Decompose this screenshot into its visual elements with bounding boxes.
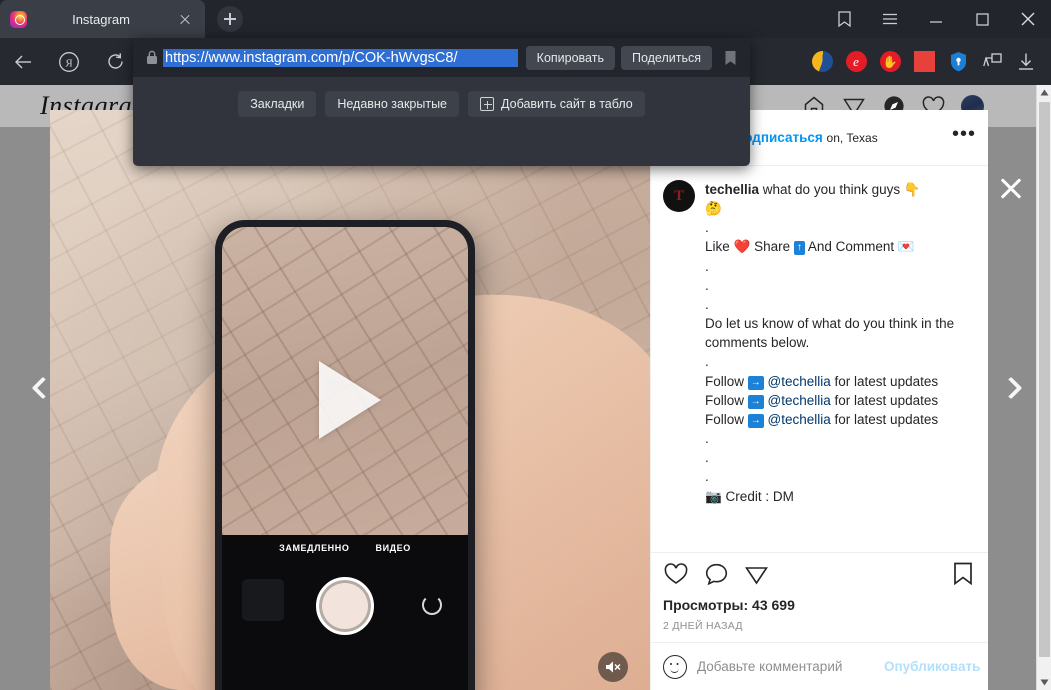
camera-gallery-thumbnail	[242, 579, 284, 621]
more-options-icon[interactable]: •••	[952, 124, 976, 147]
back-arrow-icon[interactable]	[0, 38, 46, 85]
emoji-smiley-icon[interactable]	[663, 654, 687, 679]
camera-mode-slowmo: ЗАМЕДЛЕННО	[279, 543, 350, 553]
omnibox-dropdown-panel: https://www.instagram.com/p/COK-hWvgsC8/…	[133, 38, 750, 166]
caption-row: techellia what do you think guys 👇🤔.Like…	[663, 180, 976, 506]
next-arrow-icon[interactable]	[999, 371, 1033, 405]
post-modal: ЗАМЕДЛЕННО ВИДЕО llia•Подписаться	[50, 110, 988, 690]
phone-device: ЗАМЕДЛЕННО ВИДЕО	[215, 220, 475, 690]
share-url-button[interactable]: Поделиться	[620, 45, 712, 70]
window-close-icon[interactable]	[1005, 0, 1051, 38]
minimize-icon[interactable]	[913, 0, 959, 38]
copy-url-button[interactable]: Копировать	[525, 45, 615, 70]
close-icon[interactable]	[175, 9, 195, 29]
new-tab-button[interactable]	[217, 6, 243, 32]
scroll-up-icon[interactable]	[1037, 85, 1051, 100]
comment-input-bar: Опубликовать	[651, 642, 988, 690]
opera-shortcut-icon[interactable]: ✋	[873, 38, 907, 85]
window-controls	[821, 0, 1051, 38]
post-media: ЗАМЕДЛЕННО ВИДЕО	[50, 110, 650, 690]
svg-text:Я: Я	[65, 57, 73, 69]
tab-manager-icon[interactable]	[975, 38, 1009, 85]
add-site-to-tablo-button[interactable]: Добавить сайт в табло	[468, 91, 645, 117]
share-icon[interactable]	[743, 561, 769, 587]
recently-closed-label: Недавно закрытые	[337, 97, 448, 111]
post-comment-button[interactable]: Опубликовать	[884, 659, 980, 674]
muted-volume-icon[interactable]	[598, 652, 628, 682]
scroll-down-icon[interactable]	[1037, 675, 1051, 690]
url-bar[interactable]: https://www.instagram.com/p/COK-hWvgsC8/…	[133, 38, 750, 77]
instagram-favicon	[10, 10, 27, 28]
url-input[interactable]: https://www.instagram.com/p/COK-hWvgsC8/	[163, 48, 518, 67]
comment-icon[interactable]	[703, 561, 729, 587]
caption-author-avatar[interactable]	[663, 180, 695, 212]
browser-tab-instagram[interactable]: Instagram	[0, 0, 205, 38]
web-page-content: Instagram ЗАМЕДЛЕННО ВИДЕО T Подписаться…	[0, 85, 1051, 690]
prev-arrow-icon[interactable]	[25, 371, 59, 405]
page-scrollbar[interactable]	[1036, 85, 1051, 690]
post-location[interactable]: on, Texas	[827, 131, 878, 145]
camera-mode-labels: ЗАМЕДЛЕННО ВИДЕО	[222, 543, 468, 553]
recently-closed-button[interactable]: Недавно закрытые	[325, 91, 460, 117]
edge-shortcut-icon[interactable]: e	[839, 38, 873, 85]
security-shield-icon[interactable]	[941, 38, 975, 85]
bookmark-icon[interactable]	[718, 50, 742, 66]
yandex-mail-icon[interactable]	[805, 38, 839, 85]
caption-fade-overlay	[651, 526, 988, 552]
extension-icons: e ✋	[805, 38, 1043, 85]
reload-icon[interactable]	[92, 38, 138, 85]
scroll-thumb[interactable]	[1039, 102, 1050, 657]
views-count: Просмотры: 43 699	[663, 597, 795, 613]
post-caption-area: techellia what do you think guys 👇🤔.Like…	[651, 166, 988, 552]
post-actions: Просмотры: 43 699 2 ДНЕЙ НАЗАД	[651, 552, 988, 642]
plus-box-icon	[480, 97, 495, 111]
bookmarks-button[interactable]: Закладки	[238, 91, 317, 117]
post-timestamp: 2 ДНЕЙ НАЗАД	[663, 620, 743, 632]
close-overlay-icon[interactable]	[996, 173, 1026, 203]
comment-input[interactable]	[697, 659, 874, 674]
hamburger-icon[interactable]	[867, 0, 913, 38]
collections-icon[interactable]	[821, 0, 867, 38]
bookmarks-label: Закладки	[250, 97, 305, 111]
camera-flip-icon	[422, 595, 442, 615]
tab-title: Instagram	[72, 11, 130, 27]
play-icon[interactable]	[319, 361, 381, 439]
yandex-logo-icon[interactable]: Я	[46, 38, 92, 85]
lock-icon	[141, 50, 163, 65]
tab-strip: Instagram	[0, 0, 1051, 38]
post-caption-text: techellia what do you think guys 👇 🤔. Like…	[705, 182, 955, 504]
omnibox-quick-links: Закладки Недавно закрытые Добавить сайт …	[133, 88, 750, 120]
maximize-icon[interactable]	[959, 0, 1005, 38]
save-icon[interactable]	[950, 561, 976, 587]
add-site-label: Добавить сайт в табло	[501, 97, 633, 111]
post-info-pane: llia•Подписаться on, Texas ••• techellia…	[650, 110, 988, 690]
camera-mode-video: ВИДЕО	[375, 543, 411, 553]
like-icon[interactable]	[663, 561, 689, 587]
camera-shutter-button	[316, 577, 374, 635]
red-square-extension-icon[interactable]	[907, 38, 941, 85]
action-icon-row	[663, 561, 976, 587]
downloads-icon[interactable]	[1009, 38, 1043, 85]
